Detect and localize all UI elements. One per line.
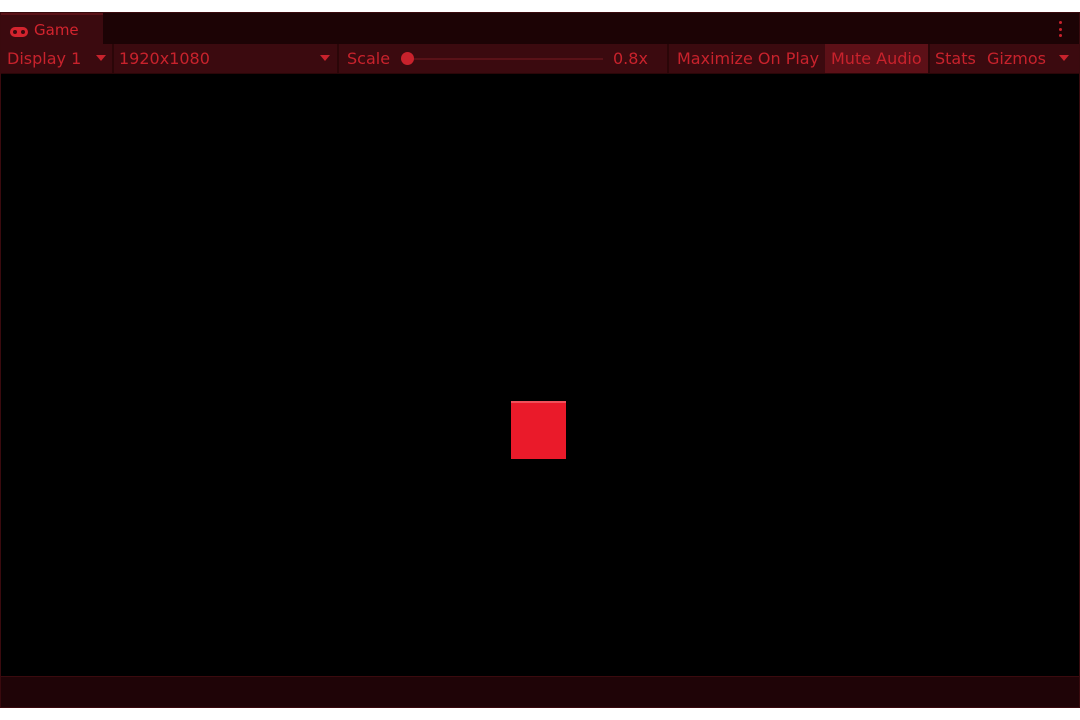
maximize-on-play-button[interactable]: Maximize On Play [677, 44, 819, 73]
game-toolbar: Display 1 1920x1080 Scale 0.8x Maximize … [1, 44, 1079, 74]
display-label: Display 1 [7, 49, 82, 68]
toolbar-divider [112, 44, 114, 73]
mute-audio-button[interactable]: Mute Audio [825, 44, 928, 73]
gizmos-chevron-down-icon[interactable] [1059, 55, 1069, 61]
resolution-dropdown[interactable]: 1920x1080 [119, 44, 210, 73]
stats-button[interactable]: Stats [935, 44, 976, 73]
scale-label: Scale [347, 49, 391, 68]
resolution-label: 1920x1080 [119, 49, 210, 68]
scale-slider-track[interactable] [407, 58, 603, 60]
resolution-chevron-down-icon[interactable] [320, 55, 330, 61]
red-cube [511, 401, 566, 459]
game-window: Game Display 1 1920x1080 Scale 0.8x Maxi… [0, 12, 1080, 708]
status-bar [1, 676, 1079, 707]
tab-game[interactable]: Game [1, 13, 103, 44]
gizmos-button[interactable]: Gizmos [987, 44, 1046, 73]
display-dropdown[interactable]: Display 1 [7, 44, 81, 73]
toolbar-divider [928, 44, 930, 73]
scale-value: 0.8x [613, 49, 648, 68]
toolbar-divider [667, 44, 669, 73]
toolbar-divider [337, 44, 339, 73]
game-viewport[interactable] [1, 74, 1079, 679]
display-chevron-down-icon[interactable] [96, 55, 106, 61]
scale-slider-handle[interactable] [401, 52, 414, 65]
more-options-icon[interactable] [1057, 19, 1063, 39]
tab-bar: Game [1, 13, 1079, 44]
gamepad-icon [9, 24, 29, 37]
tab-title: Game [34, 20, 79, 39]
